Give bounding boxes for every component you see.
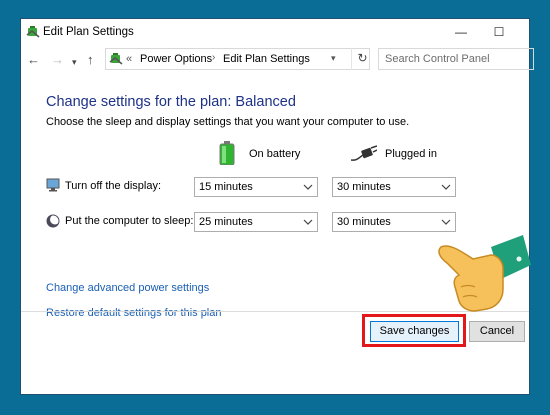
sleep-battery-value: 25 minutes <box>199 216 253 228</box>
up-arrow-icon[interactable]: ↑ <box>87 51 94 69</box>
power-options-icon <box>109 53 123 65</box>
refresh-button[interactable]: ↻ <box>351 48 373 70</box>
breadcrumb-edit-plan-settings[interactable]: Edit Plan Settings <box>223 53 310 65</box>
sleep-battery-select[interactable]: 25 minutes <box>194 212 318 232</box>
display-battery-value: 15 minutes <box>199 181 253 193</box>
forward-arrow-icon[interactable]: → <box>51 51 64 69</box>
title-bar: Edit Plan Settings — ☐ <box>21 19 529 47</box>
display-plugged-select[interactable]: 30 minutes <box>332 177 456 197</box>
chevron-down-icon <box>441 219 451 225</box>
pointing-hand-icon <box>438 235 531 312</box>
on-battery-label: On battery <box>249 148 301 160</box>
page-title: Change settings for the plan: Balanced <box>46 94 296 110</box>
chevron-down-icon <box>303 184 313 190</box>
plugged-in-label: Plugged in <box>385 148 437 160</box>
plug-icon <box>351 145 377 161</box>
chevron-down-icon <box>441 184 451 190</box>
page-description: Choose the sleep and display settings th… <box>46 116 410 128</box>
turn-off-display-label: Turn off the display: <box>65 180 161 192</box>
window-title: Edit Plan Settings <box>43 26 134 38</box>
restore-defaults-link[interactable]: Restore default settings for this plan <box>46 307 221 319</box>
display-icon <box>46 178 60 192</box>
battery-icon <box>219 141 235 165</box>
on-battery-header: On battery <box>219 141 329 167</box>
address-path[interactable]: « Power Options › Edit Plan Settings ▾ <box>105 48 370 70</box>
search-placeholder: Search Control Panel <box>385 53 490 65</box>
sleep-plugged-value: 30 minutes <box>337 216 391 228</box>
address-bar: ← → ▾ ↑ « Power Options › Edit Plan Sett… <box>21 47 534 73</box>
display-battery-select[interactable]: 15 minutes <box>194 177 318 197</box>
breadcrumb-separator-icon[interactable]: › <box>212 52 215 63</box>
breadcrumb-power-options[interactable]: Power Options <box>140 53 212 65</box>
advanced-power-settings-link[interactable]: Change advanced power settings <box>46 282 209 294</box>
minimize-button[interactable]: — <box>453 24 469 40</box>
edit-plan-window: Edit Plan Settings — ☐ ← → ▾ ↑ « Power O… <box>20 18 534 395</box>
back-arrow-icon[interactable]: ← <box>27 51 40 69</box>
chevron-down-icon <box>303 219 313 225</box>
maximize-button[interactable]: ☐ <box>491 24 507 40</box>
refresh-icon: ↻ <box>357 51 368 65</box>
power-options-icon <box>26 26 40 38</box>
breadcrumb-overflow[interactable]: « <box>126 53 132 65</box>
plugged-in-header: Plugged in <box>351 141 461 167</box>
path-dropdown-icon[interactable]: ▾ <box>331 53 336 64</box>
sleep-icon <box>46 214 60 228</box>
sleep-label: Put the computer to sleep: <box>65 215 194 227</box>
recent-dropdown-icon[interactable]: ▾ <box>72 53 77 71</box>
display-plugged-value: 30 minutes <box>337 181 391 193</box>
search-input[interactable]: Search Control Panel <box>378 48 534 70</box>
